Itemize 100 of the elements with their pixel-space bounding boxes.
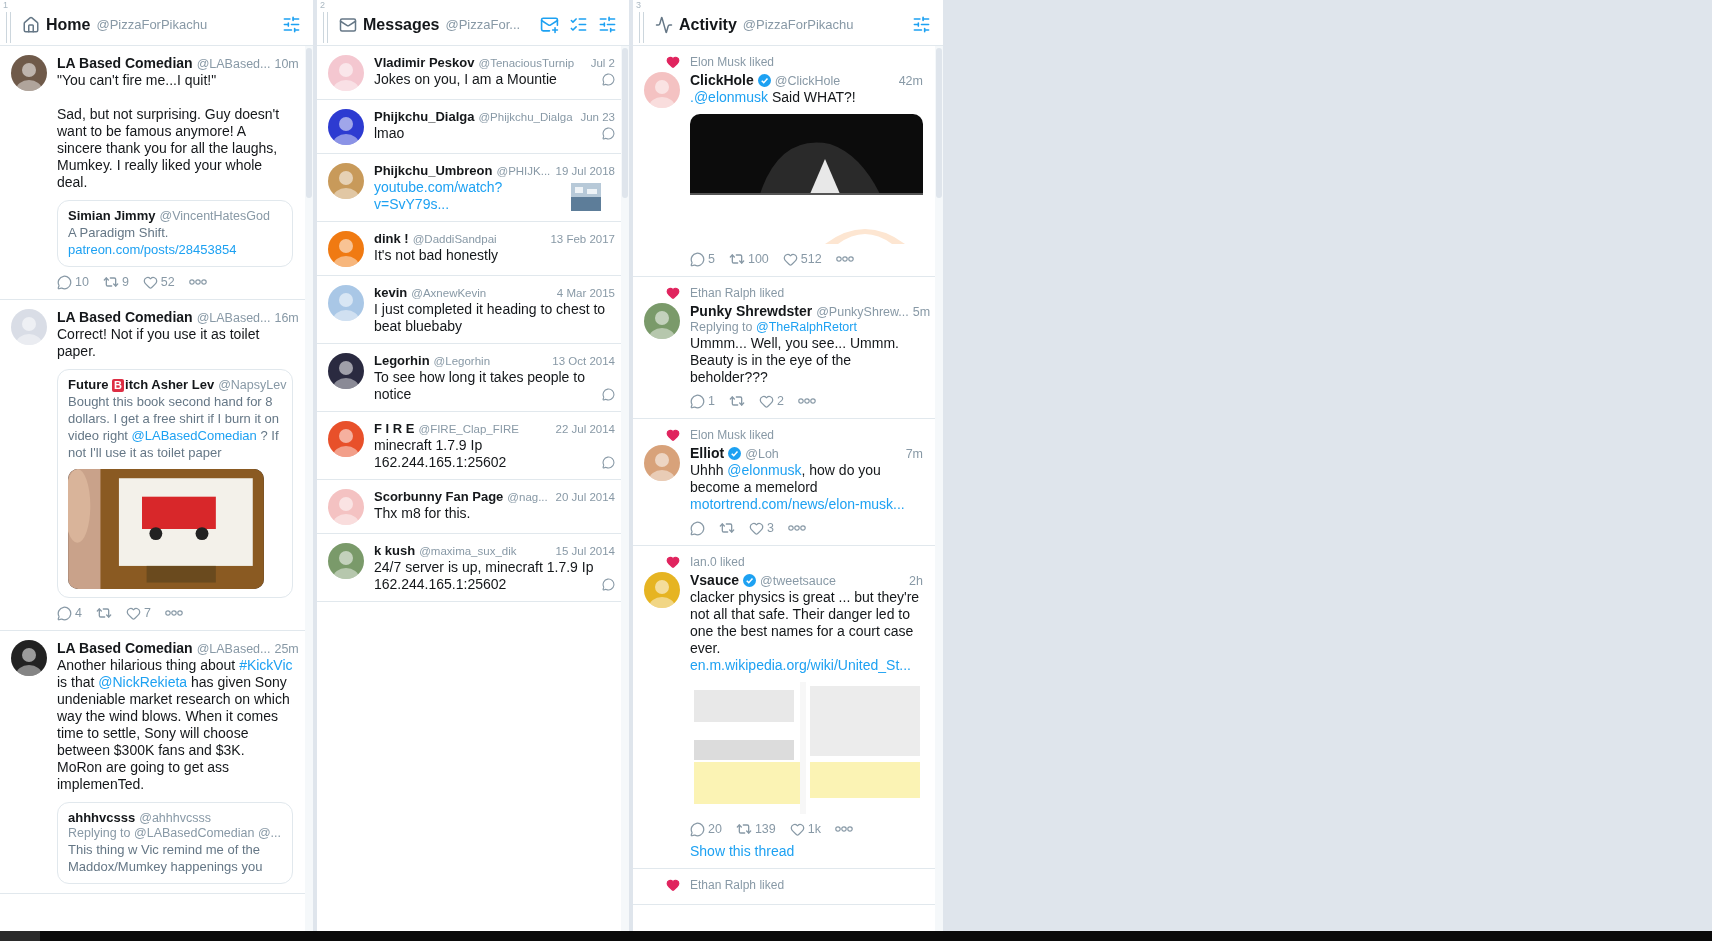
like-icon[interactable] bbox=[789, 821, 805, 837]
retweet-icon[interactable] bbox=[735, 821, 752, 837]
filter-button[interactable] bbox=[282, 15, 301, 34]
author-handle: @LABased... bbox=[196, 311, 271, 325]
sender-name: k kush bbox=[374, 543, 416, 558]
column-account: @PizzaFor... bbox=[445, 17, 521, 32]
message-date: 13 Oct 2014 bbox=[552, 355, 615, 367]
message-row[interactable]: Legorhin @Legorhin 13 Oct 2014 To see how long it takes people to notice bbox=[317, 344, 621, 412]
author-name[interactable]: Punky Shrewdster bbox=[690, 303, 813, 319]
drag-handle[interactable] bbox=[639, 12, 644, 43]
drag-handle[interactable] bbox=[323, 12, 328, 43]
sender-name: Legorhin bbox=[374, 353, 430, 368]
retweet-icon[interactable] bbox=[719, 520, 735, 536]
author-name[interactable]: LA Based Comedian bbox=[57, 55, 193, 71]
tweet-text: Correct! Not if you use it as toilet paper. bbox=[57, 326, 261, 360]
reply-icon[interactable] bbox=[690, 821, 705, 837]
avatar bbox=[11, 309, 47, 345]
sender-handle: @maxima_sux_dik bbox=[419, 545, 517, 557]
retweet-icon[interactable] bbox=[728, 251, 745, 267]
author-handle: @LABased... bbox=[196, 642, 271, 656]
message-text: Thx m8 for this. bbox=[374, 505, 471, 522]
more-icon[interactable] bbox=[834, 826, 853, 832]
quoted-tweet[interactable]: Future B itch Asher Lev @NapsyLev Bought this book second hand for 8 dollars. I get a free shirt if I burn it on video right @LABasedComedian ? If not I'll use it as toilet paper bbox=[57, 369, 293, 598]
mark-read-button[interactable] bbox=[569, 15, 588, 34]
sender-name: dink ! bbox=[374, 231, 409, 246]
like-icon[interactable] bbox=[125, 605, 141, 621]
avatar bbox=[328, 353, 364, 389]
retweet-icon[interactable] bbox=[728, 393, 745, 409]
scrollbar[interactable] bbox=[305, 46, 313, 931]
activity-label: Elon Musk liked bbox=[690, 428, 776, 442]
retweet-count: 9 bbox=[121, 275, 129, 289]
message-date: 15 Jul 2014 bbox=[555, 545, 615, 557]
like-icon[interactable] bbox=[782, 251, 798, 267]
tweet-text: A Paradigm Shift. patreon.com/posts/28453854 bbox=[68, 224, 238, 258]
retweet-icon[interactable] bbox=[95, 605, 112, 621]
drag-handle[interactable] bbox=[6, 12, 11, 43]
tweet-text: Ummm... Well, you see... Ummm. Beauty is in the eye of the beholder??? bbox=[690, 335, 900, 386]
message-row[interactable]: Phijkchu_Umbreon @PHIJK... 19 Jul 2018 youtube.com/watch?v=SvY79s... bbox=[317, 154, 621, 222]
avatar bbox=[644, 445, 680, 481]
more-icon[interactable] bbox=[835, 256, 854, 262]
more-icon[interactable] bbox=[787, 525, 806, 531]
message-row[interactable]: Scorbunny Fan Page @nag... 20 Jul 2014 Thx m8 for this. bbox=[317, 480, 621, 534]
more-icon[interactable] bbox=[164, 610, 183, 616]
sender-handle: @Legorhin bbox=[433, 355, 491, 367]
message-date: 13 Feb 2017 bbox=[550, 233, 615, 245]
message-row[interactable]: kevin @AxnewKevin 4 Mar 2015 I just completed it heading to chest to beat bluebaby bbox=[317, 276, 621, 344]
author-name[interactable]: ahhhvcsss bbox=[68, 810, 136, 825]
column-number: 1 bbox=[3, 0, 8, 10]
more-icon[interactable] bbox=[797, 398, 816, 404]
author-name[interactable]: Vsauce bbox=[690, 572, 740, 588]
sender-name: kevin bbox=[374, 285, 408, 300]
author-name[interactable]: Elliot bbox=[690, 445, 725, 461]
sender-handle: @nag... bbox=[507, 491, 548, 503]
tweet-time: 16m bbox=[274, 311, 299, 325]
message-row[interactable]: dink ! @DaddiSandpai 13 Feb 2017 It's not bad honestly bbox=[317, 222, 621, 276]
column-title: Messages bbox=[363, 15, 440, 34]
message-row[interactable]: k kush @maxima_sux_dik 15 Jul 2014 24/7 server is up, minecraft 1.7.9 Ip 162.244.165.1:25602 bbox=[317, 534, 621, 602]
more-icon[interactable] bbox=[188, 279, 207, 285]
like-icon[interactable] bbox=[749, 520, 764, 536]
sender-handle: @FIRE_Clap_FIRE bbox=[418, 423, 519, 435]
author-name[interactable]: ClickHole bbox=[690, 72, 754, 88]
reply-icon[interactable] bbox=[57, 605, 72, 621]
author-name[interactable]: Future B itch Asher Lev bbox=[68, 377, 215, 392]
reply-context: Replying to @LABasedComedian @... bbox=[68, 826, 282, 840]
reply-icon[interactable] bbox=[57, 274, 72, 290]
retweet-count: 139 bbox=[754, 822, 776, 836]
author-handle: @ClickHole bbox=[774, 74, 841, 88]
reply-icon[interactable] bbox=[690, 251, 705, 267]
column-title: Activity bbox=[679, 15, 737, 34]
reply-icon[interactable] bbox=[690, 520, 705, 536]
retweet-icon[interactable] bbox=[102, 274, 119, 290]
reply-count: 10 bbox=[75, 275, 89, 289]
column-number: 3 bbox=[636, 0, 641, 10]
message-row[interactable]: Vladimir Peskov @TenaciousTurnip Jul 2 Jokes on you, I am a Mountie bbox=[317, 46, 621, 100]
new-message-button[interactable] bbox=[540, 15, 559, 34]
avatar bbox=[644, 303, 680, 339]
author-name[interactable]: Simian Jimmy bbox=[68, 208, 156, 223]
avatar bbox=[644, 572, 680, 608]
filter-button[interactable] bbox=[598, 15, 617, 34]
like-icon[interactable] bbox=[142, 274, 158, 290]
author-name[interactable]: LA Based Comedian bbox=[57, 309, 193, 325]
scrollbar[interactable] bbox=[935, 46, 943, 931]
scrollbar[interactable] bbox=[621, 46, 629, 931]
sender-name: Vladimir Peskov bbox=[374, 55, 475, 70]
heart-icon bbox=[666, 55, 680, 69]
tweet-text: "You can't fire me...I quit!" Sad, but not surprising. Guy doesn't want to be famous anymore! A sincere thank you for all the laughs, Mumkey. I really liked your whole deal. bbox=[57, 72, 281, 191]
tweet-text: .@elonmusk Said WHAT?! bbox=[690, 89, 857, 106]
reply-icon[interactable] bbox=[690, 393, 705, 409]
author-name[interactable]: LA Based Comedian bbox=[57, 640, 193, 656]
message-row[interactable]: F I R E @FIRE_Clap_FIRE 22 Jul 2014 minecraft 1.7.9 Ip 162.244.165.1:25602 bbox=[317, 412, 621, 480]
reply-context: Replying to @TheRalphRetort bbox=[690, 320, 858, 334]
heart-icon bbox=[666, 878, 680, 892]
quoted-tweet[interactable]: Simian Jimmy @VincentHatesGod A Paradigm Shift. patreon.com/posts/28453854 bbox=[57, 200, 293, 267]
filter-button[interactable] bbox=[912, 15, 931, 34]
tweet-text: Uhhh @elonmusk, how do you become a memelord motortrend.com/news/elon-musk... bbox=[690, 462, 906, 513]
message-row[interactable]: Phijkchu_Dialga @Phijkchu_Dialga Jun 23 lmao bbox=[317, 100, 621, 154]
quoted-tweet[interactable]: ahhhvcsss @ahhhvcsss Replying to @LABasedComedian @... This thing w Vic remind me of the Maddox/Mumkey happenings you bbox=[57, 802, 293, 884]
avatar bbox=[328, 421, 364, 457]
like-icon[interactable] bbox=[758, 393, 774, 409]
author-handle: @VincentHatesGod bbox=[159, 209, 270, 223]
